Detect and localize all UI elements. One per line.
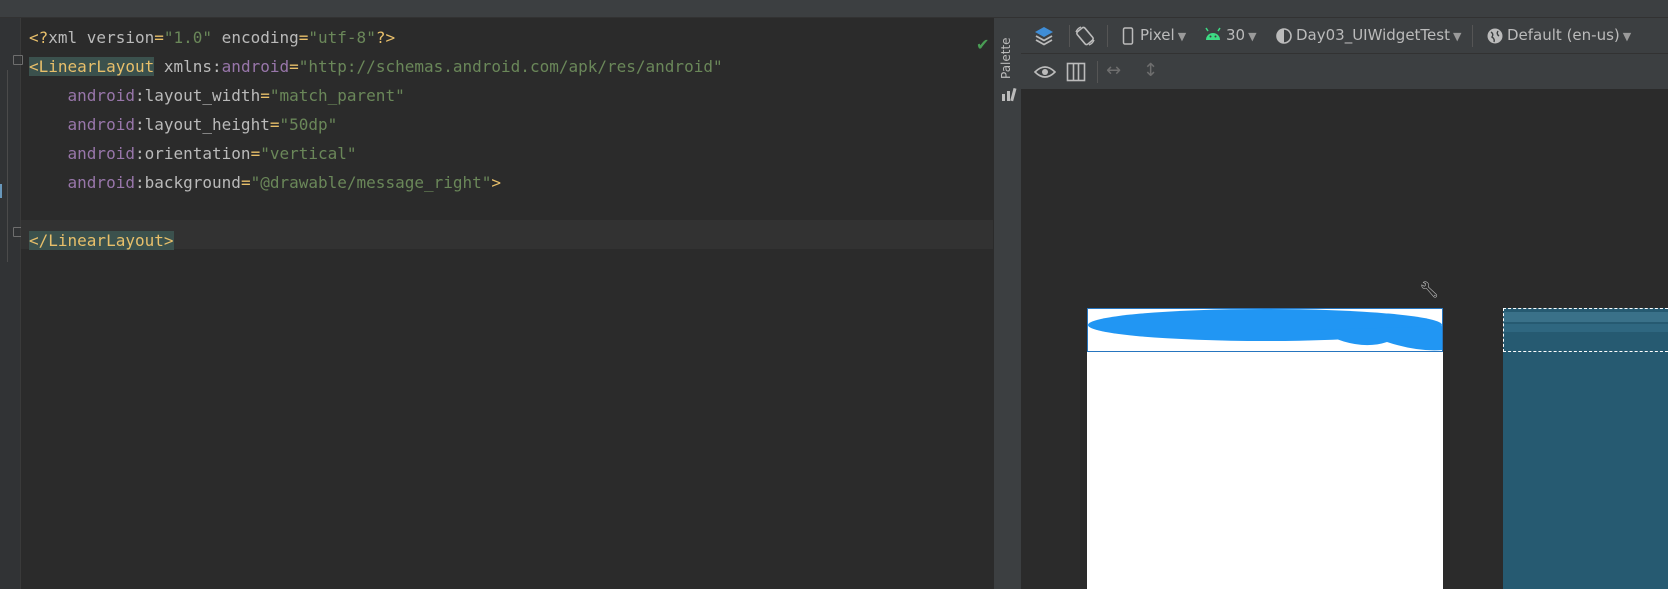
selection-outline bbox=[1087, 308, 1443, 352]
android-icon bbox=[1205, 27, 1221, 40]
code-token: android bbox=[29, 86, 135, 105]
code-token: android bbox=[29, 115, 135, 134]
code-token: <? bbox=[29, 28, 49, 47]
blueprint-selection bbox=[1503, 308, 1668, 352]
code-token: :layout_width bbox=[134, 86, 261, 105]
resize-vertical-icon[interactable]: ↕ bbox=[1143, 60, 1158, 81]
locale-label: Default (en-us) bbox=[1507, 26, 1620, 44]
columns-icon[interactable] bbox=[1066, 62, 1086, 82]
title-bar bbox=[0, 0, 1668, 18]
fold-guide bbox=[7, 70, 8, 262]
code-line[interactable]: android:layout_width="match_parent" bbox=[29, 81, 723, 110]
code-token: android bbox=[29, 173, 135, 192]
code-token: "@drawable/message_right" bbox=[250, 173, 492, 192]
code-token: "utf-8" bbox=[308, 28, 376, 47]
code-token: = bbox=[250, 144, 261, 163]
resize-horizontal-icon[interactable]: ↔ bbox=[1106, 60, 1121, 81]
wrench-icon[interactable]: 🔧︎ bbox=[1419, 280, 1439, 299]
code-line[interactable] bbox=[29, 197, 723, 226]
code-token: = bbox=[289, 57, 299, 76]
code-line[interactable]: <LinearLayout xmlns:android="http://sche… bbox=[29, 52, 723, 81]
change-marker bbox=[0, 184, 2, 198]
fold-open-icon[interactable] bbox=[13, 55, 23, 65]
toolbar-separator bbox=[1069, 25, 1070, 47]
code-token: android bbox=[29, 144, 135, 163]
code-token: "vertical" bbox=[260, 144, 357, 163]
toolbar-separator bbox=[1097, 61, 1098, 83]
chevron-down-icon: ▼ bbox=[1177, 30, 1187, 43]
palette-sidebar[interactable] bbox=[993, 18, 1021, 589]
code-line[interactable]: android:background="@drawable/message_ri… bbox=[29, 168, 723, 197]
orientation-icon[interactable] bbox=[1073, 24, 1097, 48]
code-token: "match_parent" bbox=[269, 86, 405, 105]
code-token: "1.0" bbox=[163, 28, 213, 47]
eye-icon[interactable] bbox=[1034, 64, 1056, 80]
code-token: = bbox=[260, 86, 270, 105]
api-level-dropdown[interactable]: 30 ▼ bbox=[1226, 26, 1257, 44]
chevron-down-icon: ▼ bbox=[1452, 30, 1462, 43]
code-token: :orientation bbox=[134, 144, 251, 163]
code-token: ?> bbox=[375, 28, 396, 47]
api-level-label: 30 bbox=[1226, 26, 1246, 44]
device-dropdown[interactable]: Pixel ▼ bbox=[1140, 26, 1186, 44]
code-token: = bbox=[298, 28, 309, 47]
layers-icon[interactable] bbox=[1033, 25, 1055, 47]
locale-dropdown[interactable]: Default (en-us) ▼ bbox=[1507, 26, 1631, 44]
code-token: android bbox=[221, 57, 290, 76]
inspection-ok-icon: ✔ bbox=[976, 35, 990, 54]
code-token: = bbox=[154, 28, 164, 47]
code-token: <LinearLayout bbox=[29, 57, 155, 76]
theme-label: Day03_UIWidgetTest bbox=[1296, 26, 1450, 44]
editor-gutter bbox=[0, 18, 21, 589]
theme-icon bbox=[1276, 28, 1292, 44]
chevron-down-icon: ▼ bbox=[1622, 30, 1632, 43]
device-label: Pixel bbox=[1140, 26, 1175, 44]
code-line[interactable]: android:orientation="vertical" bbox=[29, 139, 723, 168]
code-token: "http://schemas.android.com/apk/res/andr… bbox=[298, 57, 723, 76]
code-area[interactable]: <?xml version="1.0" encoding="utf-8"?> <L… bbox=[29, 23, 723, 255]
code-line[interactable]: <?xml version="1.0" encoding="utf-8"?> bbox=[29, 23, 723, 52]
xml-editor[interactable]: <?xml version="1.0" encoding="utf-8"?> <L… bbox=[0, 18, 993, 589]
toolbar-separator bbox=[1472, 25, 1473, 47]
code-token: :layout_height bbox=[134, 115, 270, 134]
code-line[interactable]: </LinearLayout> bbox=[29, 226, 723, 255]
globe-icon bbox=[1487, 28, 1503, 44]
palette-tab-label[interactable]: Palette bbox=[999, 19, 1013, 79]
code-token: :background bbox=[134, 173, 241, 192]
toolbar-separator bbox=[1107, 25, 1108, 47]
chevron-down-icon: ▼ bbox=[1248, 30, 1257, 43]
phone-icon bbox=[1122, 27, 1134, 45]
code-token: </LinearLayout> bbox=[29, 231, 174, 250]
code-token: = bbox=[240, 173, 251, 192]
code-line[interactable]: android:layout_height="50dp" bbox=[29, 110, 723, 139]
code-token: > bbox=[491, 173, 502, 192]
code-token: xml version bbox=[48, 28, 155, 47]
code-token: encoding bbox=[212, 28, 299, 47]
code-token: xmlns: bbox=[154, 57, 222, 76]
code-token: "50dp" bbox=[279, 115, 338, 134]
theme-dropdown[interactable]: Day03_UIWidgetTest ▼ bbox=[1296, 26, 1461, 44]
palette-icon[interactable] bbox=[1001, 88, 1017, 102]
